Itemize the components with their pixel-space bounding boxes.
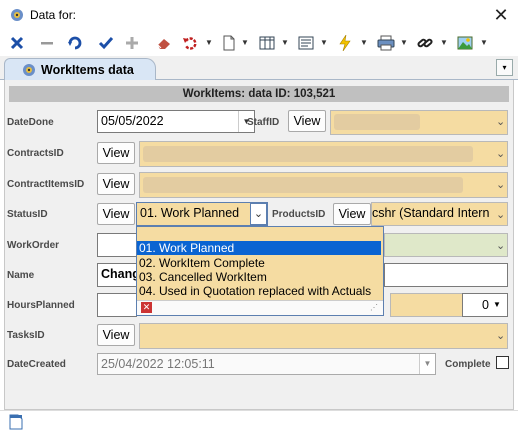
- eraser-icon[interactable]: [155, 33, 173, 53]
- clear-selection-icon[interactable]: ✕: [141, 302, 152, 313]
- tab-dropdown-button[interactable]: ▾: [496, 59, 513, 76]
- hours-planned-spinner[interactable]: 0 ▼: [462, 293, 508, 317]
- products-id-chevron-icon[interactable]: ⌄: [496, 208, 505, 221]
- grid-dropdown-caret[interactable]: ▼: [281, 33, 289, 53]
- minus-icon[interactable]: [39, 33, 55, 53]
- status-option[interactable]: 01. Work Planned: [137, 241, 381, 255]
- record-document-icon[interactable]: [9, 414, 23, 430]
- form-dropdown-caret[interactable]: ▼: [320, 33, 328, 53]
- app-icon: [11, 9, 23, 21]
- work-order-field[interactable]: [97, 233, 137, 257]
- plus-icon[interactable]: [124, 33, 140, 53]
- name-field[interactable]: Chang: [97, 263, 137, 287]
- products-id-view-button[interactable]: View: [333, 203, 371, 225]
- name-value: Chang: [101, 267, 137, 281]
- status-bar: [0, 410, 518, 437]
- form-icon[interactable]: [297, 33, 315, 53]
- dropdown-footer: [137, 300, 383, 315]
- work-order-combo[interactable]: [384, 233, 508, 257]
- undo-icon[interactable]: [181, 33, 199, 53]
- window-title: Data for:: [30, 8, 77, 22]
- work-order-chevron-icon[interactable]: ⌄: [496, 239, 505, 252]
- label-date-done: DateDone: [7, 117, 54, 128]
- hours-planned-dropdown-arrow[interactable]: ▼: [493, 294, 501, 316]
- hours-planned-value: 0: [482, 298, 489, 312]
- complete-checkbox[interactable]: [496, 356, 509, 369]
- link-icon[interactable]: [416, 33, 434, 53]
- products-id-combo[interactable]: cshr (Standard Intern: [371, 202, 508, 226]
- redacted-staff-name: [334, 114, 420, 130]
- label-tasks-id: TasksID: [7, 330, 45, 341]
- document-icon[interactable]: [221, 33, 237, 53]
- date-done-value: 05/05/2022: [101, 114, 164, 128]
- contract-items-id-view-button[interactable]: View: [97, 173, 135, 195]
- printer-icon[interactable]: [376, 33, 396, 53]
- printer-dropdown-caret[interactable]: ▼: [400, 33, 408, 53]
- contracts-id-chevron-icon[interactable]: ⌄: [496, 147, 505, 160]
- label-hours-planned: HoursPlanned: [7, 300, 75, 311]
- link-dropdown-caret[interactable]: ▼: [440, 33, 448, 53]
- status-id-view-button[interactable]: View: [97, 203, 135, 225]
- window-close-button[interactable]: ✕: [490, 4, 512, 26]
- redacted-contract-name: [143, 146, 473, 162]
- label-work-order: WorkOrder: [7, 240, 60, 251]
- date-done-field[interactable]: 05/05/2022: [97, 110, 255, 133]
- document-dropdown-caret[interactable]: ▼: [241, 33, 249, 53]
- tasks-id-view-button[interactable]: View: [97, 324, 135, 346]
- contracts-id-view-button[interactable]: View: [97, 142, 135, 164]
- label-contract-items-id: ContractItemsID: [7, 179, 85, 190]
- tab-icon: [23, 64, 35, 76]
- refresh-icon[interactable]: [66, 33, 84, 53]
- staff-id-view-button[interactable]: View: [288, 110, 326, 132]
- status-id-value: 01. Work Planned: [140, 206, 240, 220]
- name-field-right[interactable]: [384, 263, 508, 287]
- grid-icon[interactable]: [258, 33, 276, 53]
- label-date-created: DateCreated: [7, 359, 66, 370]
- status-id-combo[interactable]: 01. Work Planned: [136, 202, 268, 226]
- status-option[interactable]: 02. WorkItem Complete: [137, 256, 381, 270]
- checkmark-icon[interactable]: [97, 33, 115, 53]
- tab-label: WorkItems data: [41, 63, 134, 77]
- date-created-field[interactable]: 25/04/2022 12:05:11: [97, 353, 436, 375]
- undo-dropdown-caret[interactable]: ▼: [205, 33, 213, 53]
- tasks-id-chevron-icon[interactable]: ⌄: [496, 329, 505, 342]
- date-created-dropdown-arrow[interactable]: ▼: [419, 354, 435, 374]
- lightning-icon[interactable]: [337, 33, 353, 53]
- status-option[interactable]: 04. Used in Quotation replaced with Actu…: [137, 284, 381, 298]
- picture-icon[interactable]: [456, 33, 474, 53]
- label-staff-id: StaffID: [247, 117, 280, 128]
- contract-items-id-chevron-icon[interactable]: ⌄: [496, 178, 505, 191]
- toolbar: ▼ ▼ ▼ ▼ ▼ ▼ ▼ ▼: [0, 30, 518, 56]
- hours-planned-field[interactable]: [97, 293, 137, 317]
- label-complete: Complete: [445, 359, 491, 370]
- staff-id-chevron-icon[interactable]: ⌄: [496, 115, 505, 128]
- label-products-id: ProductsID: [272, 209, 326, 220]
- status-id-chevron-icon[interactable]: ⌄: [250, 203, 267, 225]
- label-status-id: StatusID: [7, 209, 48, 220]
- resize-grip-icon[interactable]: ⋰: [370, 303, 378, 312]
- form-header: WorkItems: data ID: 103,521: [9, 86, 509, 102]
- date-created-value: 25/04/2022 12:05:11: [101, 357, 215, 371]
- label-contracts-id: ContractsID: [7, 148, 64, 159]
- tasks-id-combo[interactable]: [139, 323, 508, 349]
- close-x-icon[interactable]: [9, 33, 25, 53]
- picture-dropdown-caret[interactable]: ▼: [480, 33, 488, 53]
- label-name: Name: [7, 270, 35, 281]
- title-bar: [0, 0, 518, 30]
- lightning-dropdown-caret[interactable]: ▼: [360, 33, 368, 53]
- products-id-value: cshr (Standard Intern: [372, 206, 490, 220]
- redacted-contract-item-name: [143, 177, 463, 193]
- status-option[interactable]: 03. Cancelled WorkItem: [137, 270, 381, 284]
